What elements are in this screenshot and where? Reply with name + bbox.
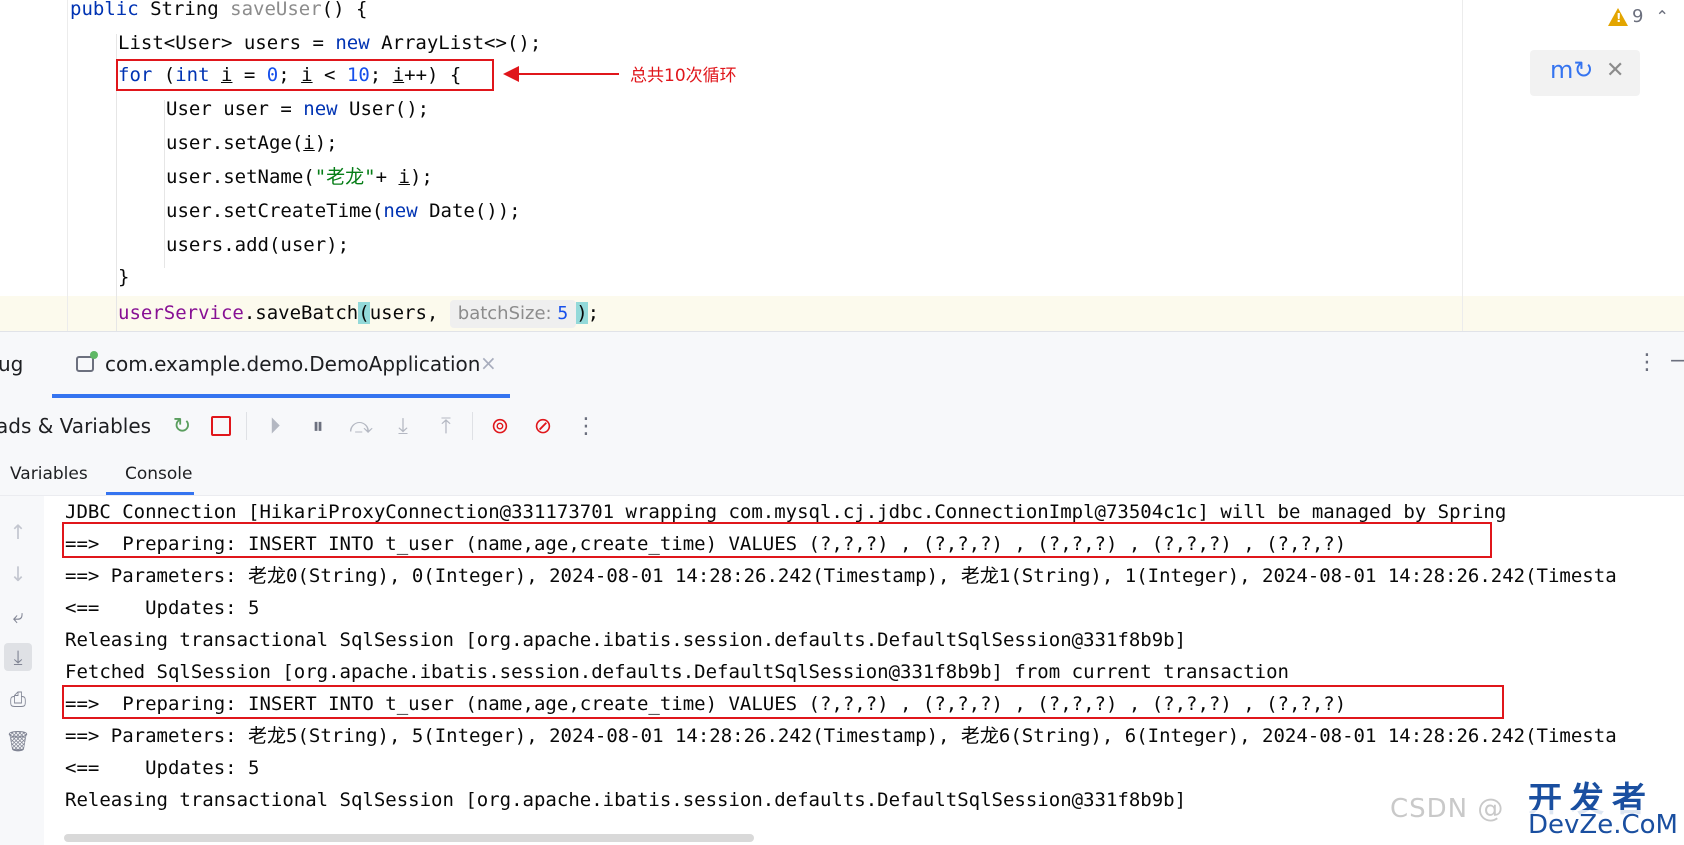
- code-token: .saveBatch: [243, 302, 359, 324]
- more-actions-icon[interactable]: ⋮: [570, 410, 602, 442]
- code-token: Date());: [417, 200, 521, 222]
- step-over-icon[interactable]: ⤼: [345, 410, 377, 442]
- bracket-match: ): [576, 302, 588, 324]
- code-token: );: [314, 132, 338, 154]
- annotation-arrow-line: [515, 73, 619, 75]
- step-into-icon[interactable]: ⤓: [387, 410, 419, 442]
- line-tail: ;: [587, 302, 600, 324]
- code-line[interactable]: users.add(user);: [166, 228, 349, 262]
- print-icon[interactable]: ⎙: [4, 685, 32, 713]
- console-line: <== Updates: 5: [65, 597, 260, 619]
- console-line: <== Updates: 5: [65, 757, 260, 779]
- inlay-hint-value: 5: [557, 303, 569, 324]
- toolbar-separator: [472, 412, 473, 440]
- inlay-hint-name: batchSize:: [457, 303, 552, 324]
- stop-icon[interactable]: [205, 410, 237, 442]
- code-token: saveUser: [230, 0, 322, 20]
- indent-guide: [164, 100, 165, 268]
- pause-icon[interactable]: ⏸: [302, 410, 334, 442]
- mute-breakpoints-icon[interactable]: ⊘: [527, 410, 559, 442]
- code-token: +: [375, 166, 399, 188]
- code-line[interactable]: }: [118, 260, 129, 294]
- debug-panel-title: ug: [0, 352, 24, 376]
- sql-highlight-box: [62, 685, 1504, 719]
- console-output[interactable]: JDBC Connection [HikariProxyConnection@3…: [44, 496, 1684, 845]
- console-line: Fetched SqlSession [org.apache.ibatis.se…: [65, 661, 1289, 683]
- code-token: public: [70, 0, 139, 20]
- running-status-dot: [90, 351, 98, 359]
- threads-variables-label[interactable]: ads & Variables: [0, 414, 151, 438]
- resume-icon[interactable]: ⏵: [259, 410, 291, 442]
- warning-triangle-icon: [1608, 7, 1628, 26]
- code-line[interactable]: user.setAge(i);: [166, 126, 338, 160]
- code-token: String: [138, 0, 231, 20]
- code-token: user.setName(: [166, 166, 315, 188]
- step-out-icon[interactable]: ⤒: [430, 410, 462, 442]
- code-token: new: [303, 98, 338, 120]
- rerun-icon[interactable]: ↻: [166, 410, 198, 442]
- console-line: ==> Parameters: 老龙0(String), 0(Integer),…: [65, 565, 1617, 587]
- debug-tool-window: ug com.example.demo.DemoApplication × ⋮ …: [0, 331, 1684, 845]
- code-token: i: [303, 132, 315, 154]
- view-breakpoints-icon[interactable]: ⊚: [484, 410, 516, 442]
- code-token: "老龙": [314, 166, 376, 188]
- code-token: userService: [118, 302, 244, 324]
- code-token: new: [383, 200, 418, 222]
- minimize-icon[interactable]: —: [1670, 348, 1684, 373]
- tab-console[interactable]: Console: [125, 464, 193, 484]
- sql-highlight-box: [62, 522, 1492, 558]
- code-token: List<User> users =: [118, 32, 336, 54]
- warnings-count: 9: [1632, 6, 1644, 27]
- console-line: ==> Parameters: 老龙5(String), 5(Integer),…: [65, 725, 1617, 747]
- chevron-up-icon[interactable]: ⌃: [1655, 7, 1668, 26]
- soft-wrap-icon[interactable]: ⤶: [4, 602, 32, 630]
- more-options-icon[interactable]: ⋮: [1636, 350, 1658, 375]
- code-token: }: [118, 266, 130, 288]
- code-token: User();: [337, 98, 430, 120]
- scroll-to-end-icon[interactable]: ⤓: [4, 643, 32, 671]
- code-token: new: [335, 32, 370, 54]
- code-line[interactable]: public String saveUser() {: [70, 0, 367, 26]
- code-token: user.setCreateTime(: [166, 200, 384, 222]
- close-icon[interactable]: ✕: [1606, 58, 1624, 83]
- code-token: users,: [369, 302, 450, 324]
- code-token: );: [409, 166, 433, 188]
- code-token: User user =: [166, 98, 304, 120]
- code-token: ArrayList<>();: [369, 32, 542, 54]
- brand-watermark-bottom: DevZe.CoM: [1528, 810, 1678, 840]
- horizontal-scrollbar[interactable]: [64, 834, 754, 842]
- code-editor[interactable]: public String saveUser() { List<User> us…: [0, 0, 1684, 331]
- csdn-watermark: CSDN @: [1390, 794, 1505, 824]
- close-tab-icon[interactable]: ×: [480, 351, 497, 375]
- scroll-down-icon[interactable]: ↓: [4, 560, 32, 588]
- code-line[interactable]: userService.saveBatch(users, batchSize: …: [118, 296, 599, 330]
- warnings-indicator[interactable]: 9 ⌃: [1608, 6, 1669, 27]
- code-token: user.setAge(: [166, 132, 304, 154]
- for-loop-highlight-box: [116, 59, 494, 91]
- inlay-hint: batchSize: 5: [449, 300, 577, 328]
- code-line[interactable]: user.setName("老龙"+ i);: [166, 160, 433, 194]
- right-margin-guide: [1462, 0, 1463, 331]
- code-line[interactable]: user.setCreateTime(new Date());: [166, 194, 521, 228]
- toolbar-separator: [246, 412, 247, 440]
- code-token: (: [358, 302, 370, 324]
- code-token: i: [398, 166, 410, 188]
- tab-variables[interactable]: Variables: [10, 464, 88, 484]
- scroll-up-icon[interactable]: ↑: [4, 518, 32, 546]
- maven-reload-icon[interactable]: m↻: [1550, 56, 1594, 84]
- code-line[interactable]: List<User> users = new ArrayList<>();: [118, 26, 541, 60]
- run-tab-label: com.example.demo.DemoApplication: [105, 352, 481, 376]
- active-tab-indicator: [52, 394, 510, 398]
- code-token: () {: [321, 0, 368, 20]
- code-line[interactable]: User user = new User();: [166, 92, 429, 126]
- reload-changes-popup: m↻ ✕: [1530, 50, 1640, 96]
- loop-annotation: 总共10次循环: [630, 66, 737, 86]
- clear-console-icon[interactable]: 🗑: [4, 727, 32, 755]
- console-line: Releasing transactional SqlSession [org.…: [65, 789, 1187, 811]
- console-line: Releasing transactional SqlSession [org.…: [65, 629, 1187, 651]
- code-tokens: userService.saveBatch(users,: [118, 302, 450, 324]
- code-token: users.add(user);: [166, 234, 350, 256]
- editor-gutter-divider: [67, 0, 68, 331]
